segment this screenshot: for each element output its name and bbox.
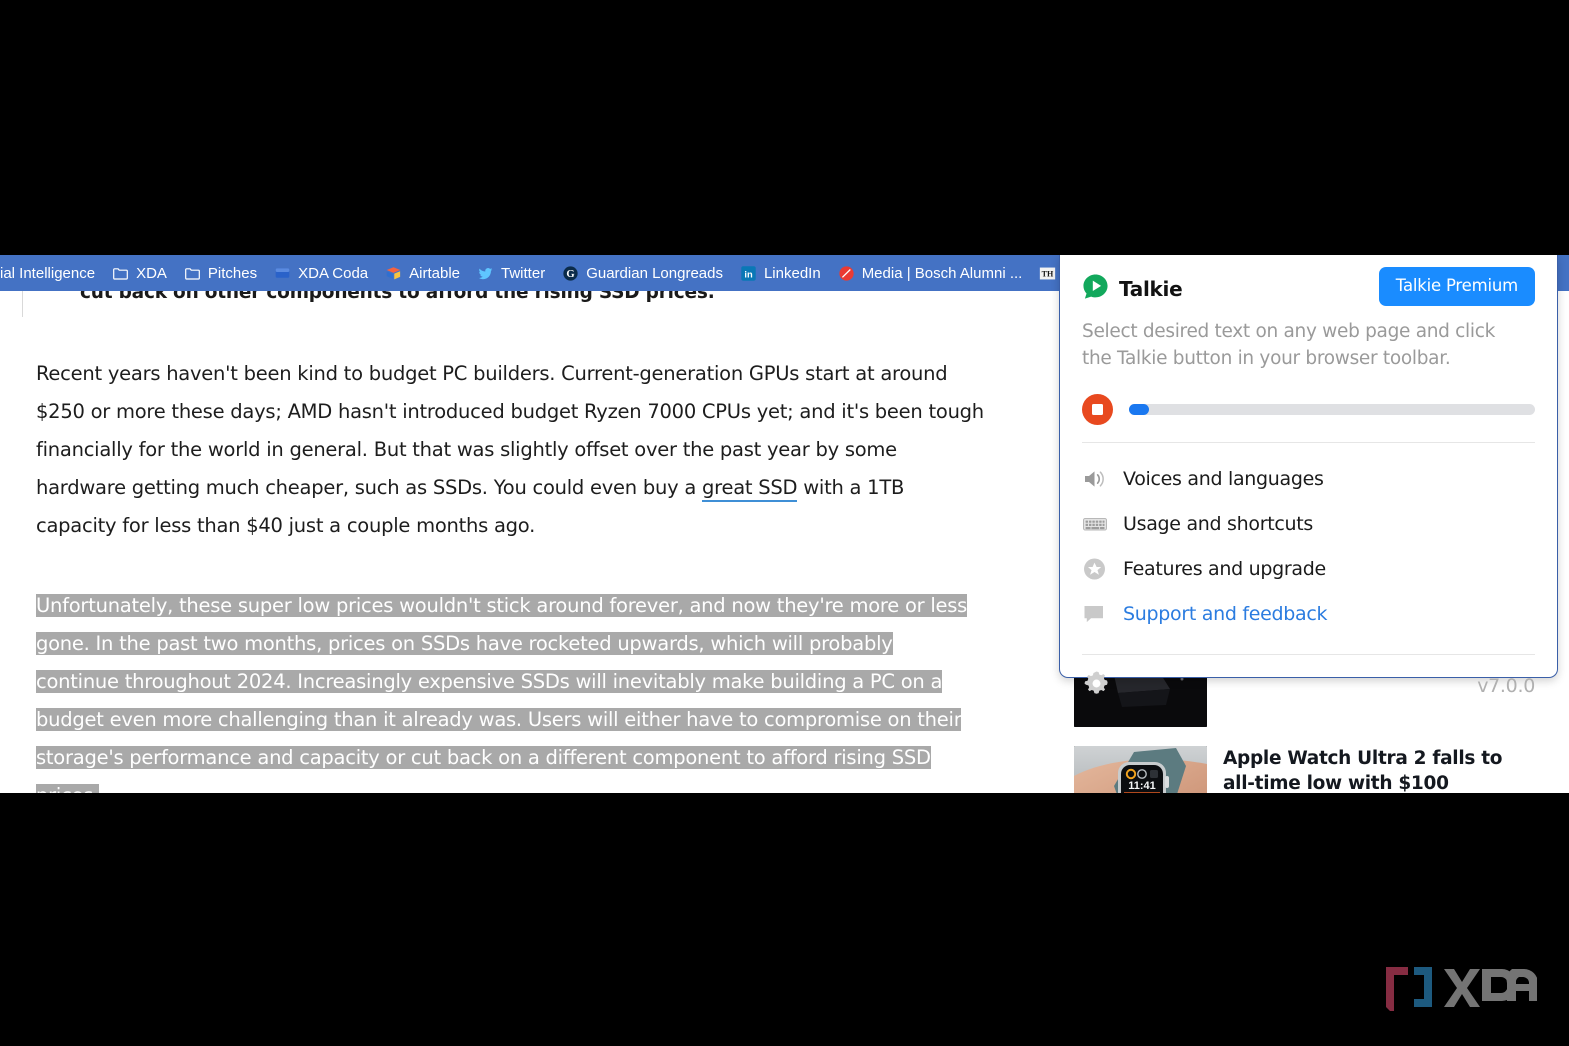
article-paragraph-2-selected: Unfortunately, these super low prices wo… <box>36 587 981 793</box>
menu-item-label: Usage and shortcuts <box>1123 513 1313 535</box>
airtable-icon <box>385 265 402 282</box>
talkie-premium-button[interactable]: Talkie Premium <box>1378 267 1535 306</box>
xda-watermark <box>1374 963 1538 1016</box>
bookmark-xda-coda[interactable]: XDA Coda <box>266 260 377 286</box>
talkie-footer: v7.0.0 <box>1082 669 1535 703</box>
talkie-header: Talkie Talkie Premium <box>1082 255 1535 306</box>
menu-item-support-and-feedback[interactable]: Support and feedback <box>1082 592 1535 637</box>
menu-item-usage-and-shortcuts[interactable]: Usage and shortcuts <box>1082 502 1535 547</box>
talkie-description: Select desired text on any web page and … <box>1082 320 1496 369</box>
speaker-icon <box>1082 467 1108 491</box>
bookmark-label: Guardian Longreads <box>586 264 723 282</box>
bookmark-label: XDA Coda <box>298 264 369 282</box>
bookmark-label: Media | Bosch Alumni ... <box>861 264 1023 282</box>
bookmark-media-bosch-alumni[interactable]: Media | Bosch Alumni ... <box>830 260 1032 286</box>
linkedin-icon: in <box>740 265 757 282</box>
star-icon <box>1082 557 1108 581</box>
svg-text:G: G <box>567 269 575 280</box>
bookmark-airtable[interactable]: Airtable <box>377 260 469 286</box>
talkie-version-label: v7.0.0 <box>1477 674 1535 697</box>
bookmark-linkedin[interactable]: in LinkedIn <box>732 260 830 286</box>
svg-text:11:41: 11:41 <box>1128 780 1156 792</box>
bookmark-label: Pitches <box>207 264 258 282</box>
talkie-brand-name: Talkie <box>1119 277 1183 301</box>
article-title: Apple Watch Ultra 2 falls to all-time lo… <box>1223 748 1503 793</box>
talkie-player-row <box>1082 393 1535 425</box>
bosch-icon <box>838 265 855 282</box>
playback-progress-fill <box>1129 403 1150 415</box>
folder-icon <box>112 265 129 282</box>
bookmark-guardian-longreads[interactable]: G Guardian Longreads <box>554 260 732 286</box>
folder-icon <box>184 265 201 282</box>
menu-item-label: Voices and languages <box>1123 468 1324 490</box>
guardian-icon: G <box>562 265 579 282</box>
bookmark-twitter[interactable]: Twitter <box>469 260 554 286</box>
menu-item-label: Features and upgrade <box>1123 558 1326 580</box>
great-ssd-link[interactable]: great SSD <box>701 476 798 502</box>
bookmark-label: Twitter <box>501 264 546 282</box>
bookmark-ial-intelligence[interactable]: ial Intelligence <box>0 260 104 286</box>
divider-top <box>1082 441 1535 443</box>
menu-item-features-and-upgrade[interactable]: Features and upgrade <box>1082 547 1535 592</box>
article-thumbnail: 11:41 <box>1074 746 1207 793</box>
svg-text:in: in <box>744 269 753 279</box>
talkie-menu-list: Voices and languages Usage and shortcuts… <box>1082 457 1535 637</box>
screenshot-stage: ial Intelligence XDA Pitches XDA Coda Ai… <box>0 0 1569 1046</box>
article-body: cut back on other components to afford t… <box>0 282 1060 793</box>
talkie-speech-bubble-play-icon <box>1082 273 1109 305</box>
playback-progress-slider[interactable] <box>1129 403 1535 415</box>
speech-bubble-icon <box>1082 602 1108 626</box>
stop-icon[interactable] <box>1082 393 1113 425</box>
twitter-icon <box>477 265 494 282</box>
selected-text: Unfortunately, these super low prices wo… <box>36 594 967 793</box>
bookmark-xda[interactable]: XDA <box>104 260 176 286</box>
stop-square <box>1092 403 1103 415</box>
divider-bottom <box>1082 653 1535 655</box>
bookmark-label: LinkedIn <box>763 264 821 282</box>
bookmark-label: Airtable <box>409 264 461 282</box>
menu-item-label: Support and feedback <box>1123 603 1328 625</box>
talkie-extension-popup: Talkie Talkie Premium Select desired tex… <box>1059 255 1558 697</box>
list-item[interactable]: 11:41 Apple Watch Ultra 2 falls to all-t… <box>1074 746 1523 793</box>
th-icon: TH <box>1039 265 1056 282</box>
article-paragraph-1: Recent years haven't been kind to budget… <box>36 355 986 545</box>
bookmark-label: ial Intelligence <box>0 264 96 282</box>
talkie-brand: Talkie <box>1082 267 1183 305</box>
coda-icon <box>274 265 291 282</box>
bookmark-pitches[interactable]: Pitches <box>176 260 266 286</box>
svg-text:TH: TH <box>1042 269 1054 278</box>
bookmark-label: XDA <box>136 264 167 282</box>
keyboard-icon <box>1082 512 1108 536</box>
menu-item-voices-and-languages[interactable]: Voices and languages <box>1082 457 1535 502</box>
gear-icon[interactable] <box>1082 669 1111 703</box>
